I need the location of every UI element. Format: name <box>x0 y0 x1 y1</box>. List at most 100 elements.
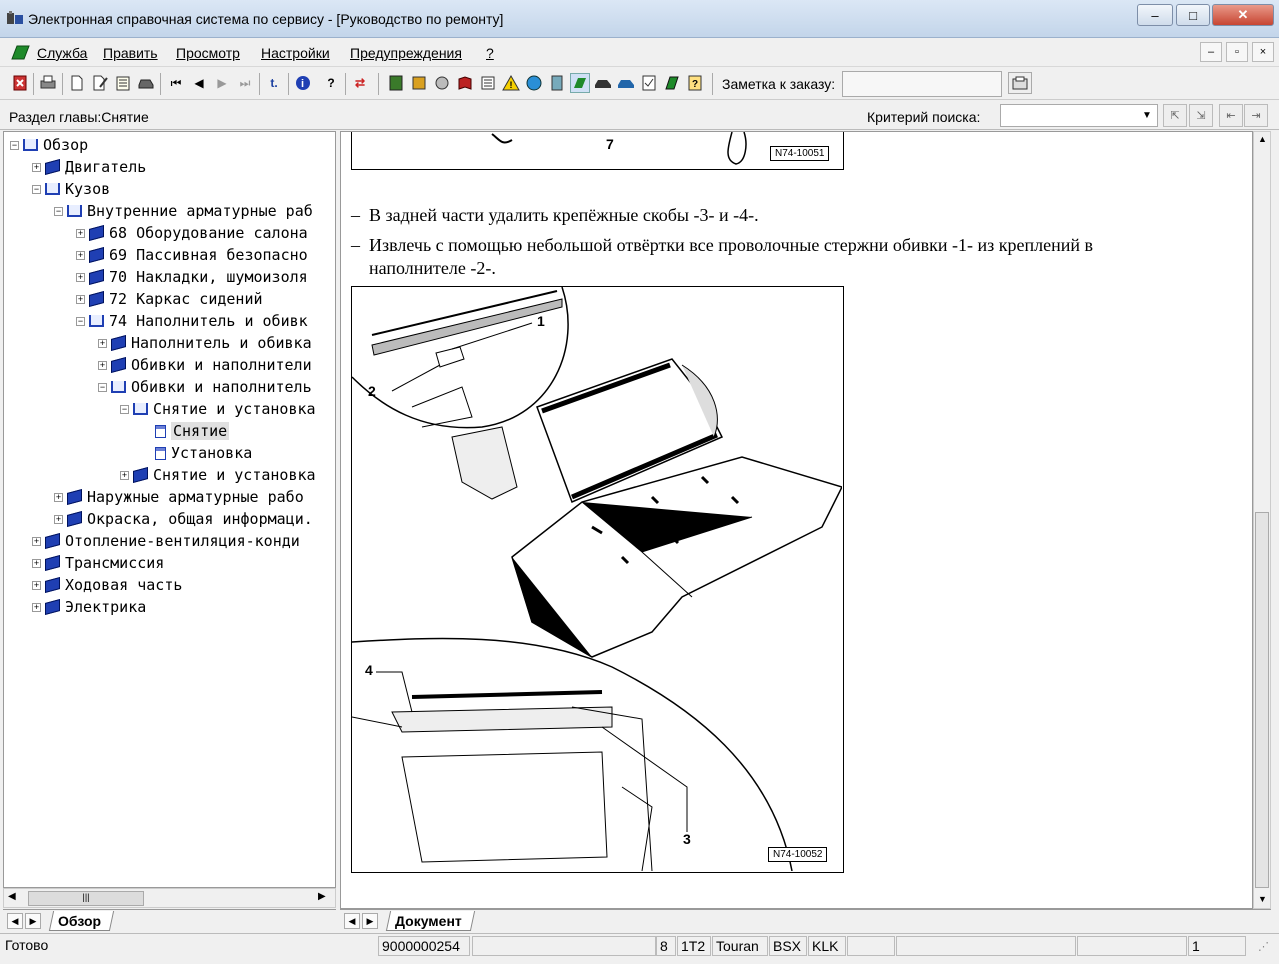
collapse-icon[interactable]: − <box>54 206 63 216</box>
tree-node[interactable]: − 74 Наполнитель и обивк <box>76 310 308 332</box>
mdi-close-button[interactable]: × <box>1252 42 1274 62</box>
diagnostics-icon[interactable] <box>662 73 682 93</box>
menu-warnings[interactable]: Предупреждения <box>350 45 462 61</box>
collapse-icon[interactable]: − <box>32 184 41 194</box>
tree-node[interactable]: − Обзор <box>10 134 88 156</box>
search-prev-icon[interactable]: ⇱ <box>1163 104 1187 127</box>
order-note-button[interactable] <box>1008 72 1032 94</box>
tab-prev-icon[interactable]: ◀ <box>344 913 360 929</box>
expand-icon[interactable]: + <box>120 470 129 480</box>
tree-node[interactable]: Снятие <box>142 420 230 442</box>
calculator-icon[interactable] <box>547 73 567 93</box>
prev-page-icon[interactable]: ◀ <box>189 73 209 93</box>
notes-icon[interactable] <box>113 73 133 93</box>
document-scroll-thumb[interactable] <box>1255 512 1269 888</box>
tab-next-icon[interactable]: ▶ <box>25 913 41 929</box>
back-icon[interactable]: t. <box>264 73 284 93</box>
expand-icon[interactable]: + <box>76 272 85 282</box>
expand-icon[interactable]: + <box>76 228 85 238</box>
collapse-icon[interactable]: − <box>76 316 85 326</box>
tree-node[interactable]: + Трансмиссия <box>32 552 164 574</box>
vehicle-icon[interactable] <box>136 73 156 93</box>
order-note-field[interactable] <box>842 71 1002 97</box>
tree-node[interactable]: − Снятие и установка <box>120 398 316 420</box>
expand-icon[interactable]: + <box>32 162 41 172</box>
tab-next-icon[interactable]: ▶ <box>362 913 378 929</box>
tree-node[interactable]: +70 Накладки, шумоизоля <box>76 266 308 288</box>
menu-service[interactable]: Служба <box>37 45 87 61</box>
menu-view[interactable]: Просмотр <box>176 45 240 61</box>
tree-node[interactable]: + Электрика <box>32 596 146 618</box>
repair-manual-icon[interactable] <box>386 73 406 93</box>
scroll-left-icon[interactable]: ◀ <box>8 891 16 902</box>
expand-icon[interactable]: + <box>54 514 63 524</box>
tree-node[interactable]: +69 Пассивная безопасно <box>76 244 308 266</box>
service-car-icon[interactable] <box>616 73 636 93</box>
search-criteria-combo[interactable]: ▼ <box>1000 104 1158 127</box>
exit-icon[interactable] <box>10 73 30 93</box>
tree-node[interactable]: − Внутренние арматурные раб <box>54 200 313 222</box>
expand-icon[interactable]: + <box>32 536 41 546</box>
expand-icon[interactable]: + <box>32 602 41 612</box>
swap-icon[interactable]: ⇄ <box>350 73 370 93</box>
first-page-icon[interactable]: ⏮ <box>166 73 186 93</box>
checklist-icon[interactable] <box>639 73 659 93</box>
tab-prev-icon[interactable]: ◀ <box>7 913 23 929</box>
tree-node[interactable]: − Обивки и наполнитель <box>98 376 312 398</box>
active-mode-icon[interactable] <box>570 73 590 93</box>
expand-icon[interactable]: + <box>98 360 107 370</box>
collapse-icon[interactable]: − <box>120 404 129 414</box>
expand-icon[interactable]: + <box>32 580 41 590</box>
tree-node[interactable]: +72 Каркас сидений <box>76 288 263 310</box>
menu-edit[interactable]: Править <box>103 45 158 61</box>
tab-document[interactable]: Документ <box>385 911 475 931</box>
tree-node[interactable]: + Наполнитель и обивка <box>98 332 312 354</box>
expand-icon[interactable]: + <box>76 294 85 304</box>
app-menu-icon[interactable] <box>9 43 31 63</box>
tree-node[interactable]: + Отопление-вентиляция-конди <box>32 530 300 552</box>
scroll-up-icon[interactable]: ▲ <box>1258 134 1267 144</box>
scroll-right-icon[interactable]: ▶ <box>318 891 326 902</box>
tree-node[interactable]: + Двигатель <box>32 156 146 178</box>
mdi-restore-button[interactable]: ▫ <box>1226 42 1248 62</box>
expand-right-icon[interactable]: ⇥ <box>1244 104 1268 127</box>
globe-icon[interactable] <box>524 73 544 93</box>
new-document-icon[interactable] <box>67 73 87 93</box>
expand-icon[interactable]: + <box>32 558 41 568</box>
expand-icon[interactable]: + <box>76 250 85 260</box>
warning-icon[interactable]: ! <box>501 73 521 93</box>
search-next-icon[interactable]: ⇲ <box>1189 104 1213 127</box>
expand-icon[interactable]: + <box>98 338 107 348</box>
next-page-icon[interactable]: ▶ <box>212 73 232 93</box>
note-help-icon[interactable]: ? <box>685 73 705 93</box>
minimize-button[interactable]: – <box>1137 4 1173 26</box>
tree-scroll-thumb[interactable]: ||| <box>28 891 144 906</box>
list-icon[interactable] <box>478 73 498 93</box>
last-page-icon[interactable]: ⏭ <box>235 73 255 93</box>
tree-node[interactable]: + Снятие и установка <box>120 464 316 486</box>
tree-horizontal-scrollbar[interactable]: ◀ ||| ▶ <box>3 888 336 908</box>
print-icon[interactable] <box>38 73 58 93</box>
tab-overview[interactable]: Обзор <box>48 911 115 931</box>
menu-help[interactable]: ? <box>486 45 494 61</box>
tree-node[interactable]: +68 Оборудование салона <box>76 222 308 244</box>
dropdown-arrow-icon[interactable]: ▼ <box>1139 107 1155 124</box>
tree-node[interactable]: + Наружные арматурные рабо <box>54 486 304 508</box>
car-icon[interactable] <box>593 73 613 93</box>
info-icon[interactable]: i <box>293 73 313 93</box>
expand-icon[interactable]: + <box>54 492 63 502</box>
book-icon[interactable] <box>455 73 475 93</box>
edit-document-icon[interactable] <box>90 73 110 93</box>
scroll-down-icon[interactable]: ▼ <box>1258 894 1267 904</box>
mdi-minimize-button[interactable]: – <box>1200 42 1222 62</box>
collapse-left-icon[interactable]: ⇤ <box>1219 104 1243 127</box>
close-button[interactable]: ✕ <box>1212 4 1274 26</box>
tree-node[interactable]: + Окраска, общая информаци. <box>54 508 313 530</box>
tree-node[interactable]: Установка <box>142 442 252 464</box>
collapse-icon[interactable]: − <box>98 382 107 392</box>
maximize-button[interactable]: □ <box>1176 4 1210 26</box>
menu-settings[interactable]: Настройки <box>261 45 330 61</box>
tree-node[interactable]: + Обивки и наполнители <box>98 354 312 376</box>
collapse-icon[interactable]: − <box>10 140 19 150</box>
help-icon[interactable]: ? <box>321 73 341 93</box>
